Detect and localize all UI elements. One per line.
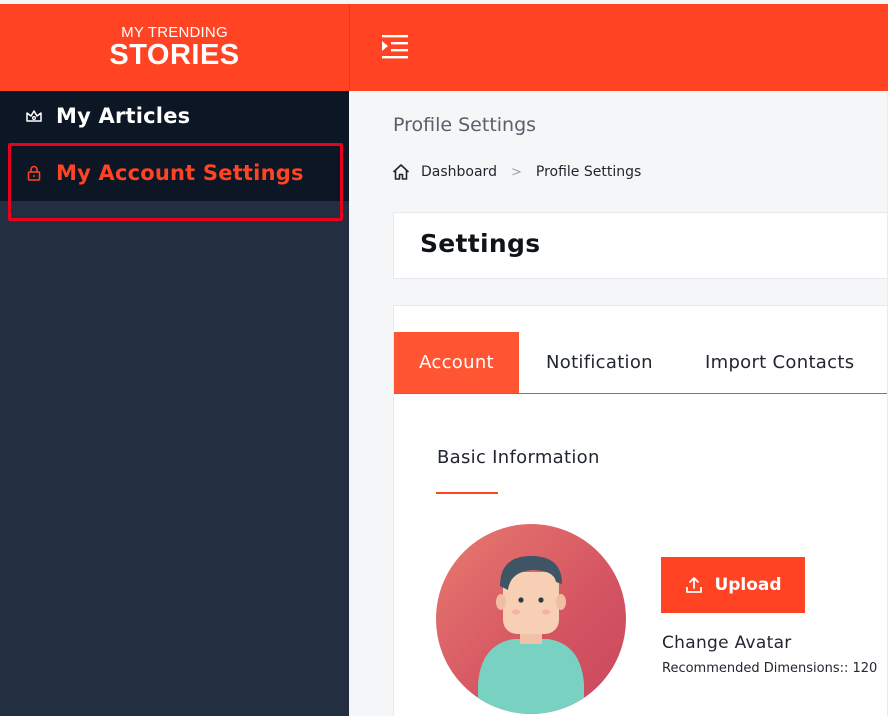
sidebar: My Articles My Account Settings [0, 91, 349, 716]
breadcrumb: Dashboard > Profile Settings [391, 162, 641, 182]
sidebar-item-my-articles[interactable]: My Articles [0, 91, 349, 141]
settings-title: Settings [420, 229, 541, 258]
upload-icon [684, 575, 704, 595]
tabs-underline [394, 393, 888, 394]
indent-menu-icon[interactable] [380, 32, 414, 62]
tab-account[interactable]: Account [394, 332, 519, 393]
sidebar-item-label: My Articles [56, 104, 191, 128]
breadcrumb-dashboard[interactable]: Dashboard [421, 164, 497, 180]
upload-button[interactable]: Upload [661, 557, 805, 613]
sidebar-item-label: My Account Settings [56, 161, 304, 185]
crown-icon [24, 106, 44, 126]
brand-line-2: STORIES [109, 39, 240, 71]
top-header [350, 4, 888, 91]
breadcrumb-current: Profile Settings [535, 164, 642, 180]
section-underline [436, 492, 498, 494]
chevron-right-icon: > [510, 164, 522, 180]
app-root: MY TRENDING STORIES My Articles My Accou… [0, 0, 888, 716]
home-icon[interactable] [391, 162, 411, 182]
settings-panel: Account Notification Import Contacts Bas… [393, 305, 888, 716]
lock-icon [24, 163, 44, 183]
section-title: Basic Information [437, 447, 600, 468]
tab-notification[interactable]: Notification [546, 332, 653, 393]
page-title: Profile Settings [393, 114, 537, 136]
sidebar-menu: My Articles My Account Settings [0, 91, 349, 201]
user-avatar [436, 524, 626, 714]
change-avatar-label: Change Avatar [662, 633, 792, 653]
avatar-dimensions-hint: Recommended Dimensions:: 120 [662, 661, 878, 676]
tab-import-contacts[interactable]: Import Contacts [705, 332, 854, 393]
upload-label: Upload [714, 575, 782, 595]
brand-logo[interactable]: MY TRENDING STORIES [0, 4, 349, 91]
sidebar-item-my-account-settings[interactable]: My Account Settings [0, 148, 349, 198]
settings-title-card: Settings [393, 212, 888, 279]
